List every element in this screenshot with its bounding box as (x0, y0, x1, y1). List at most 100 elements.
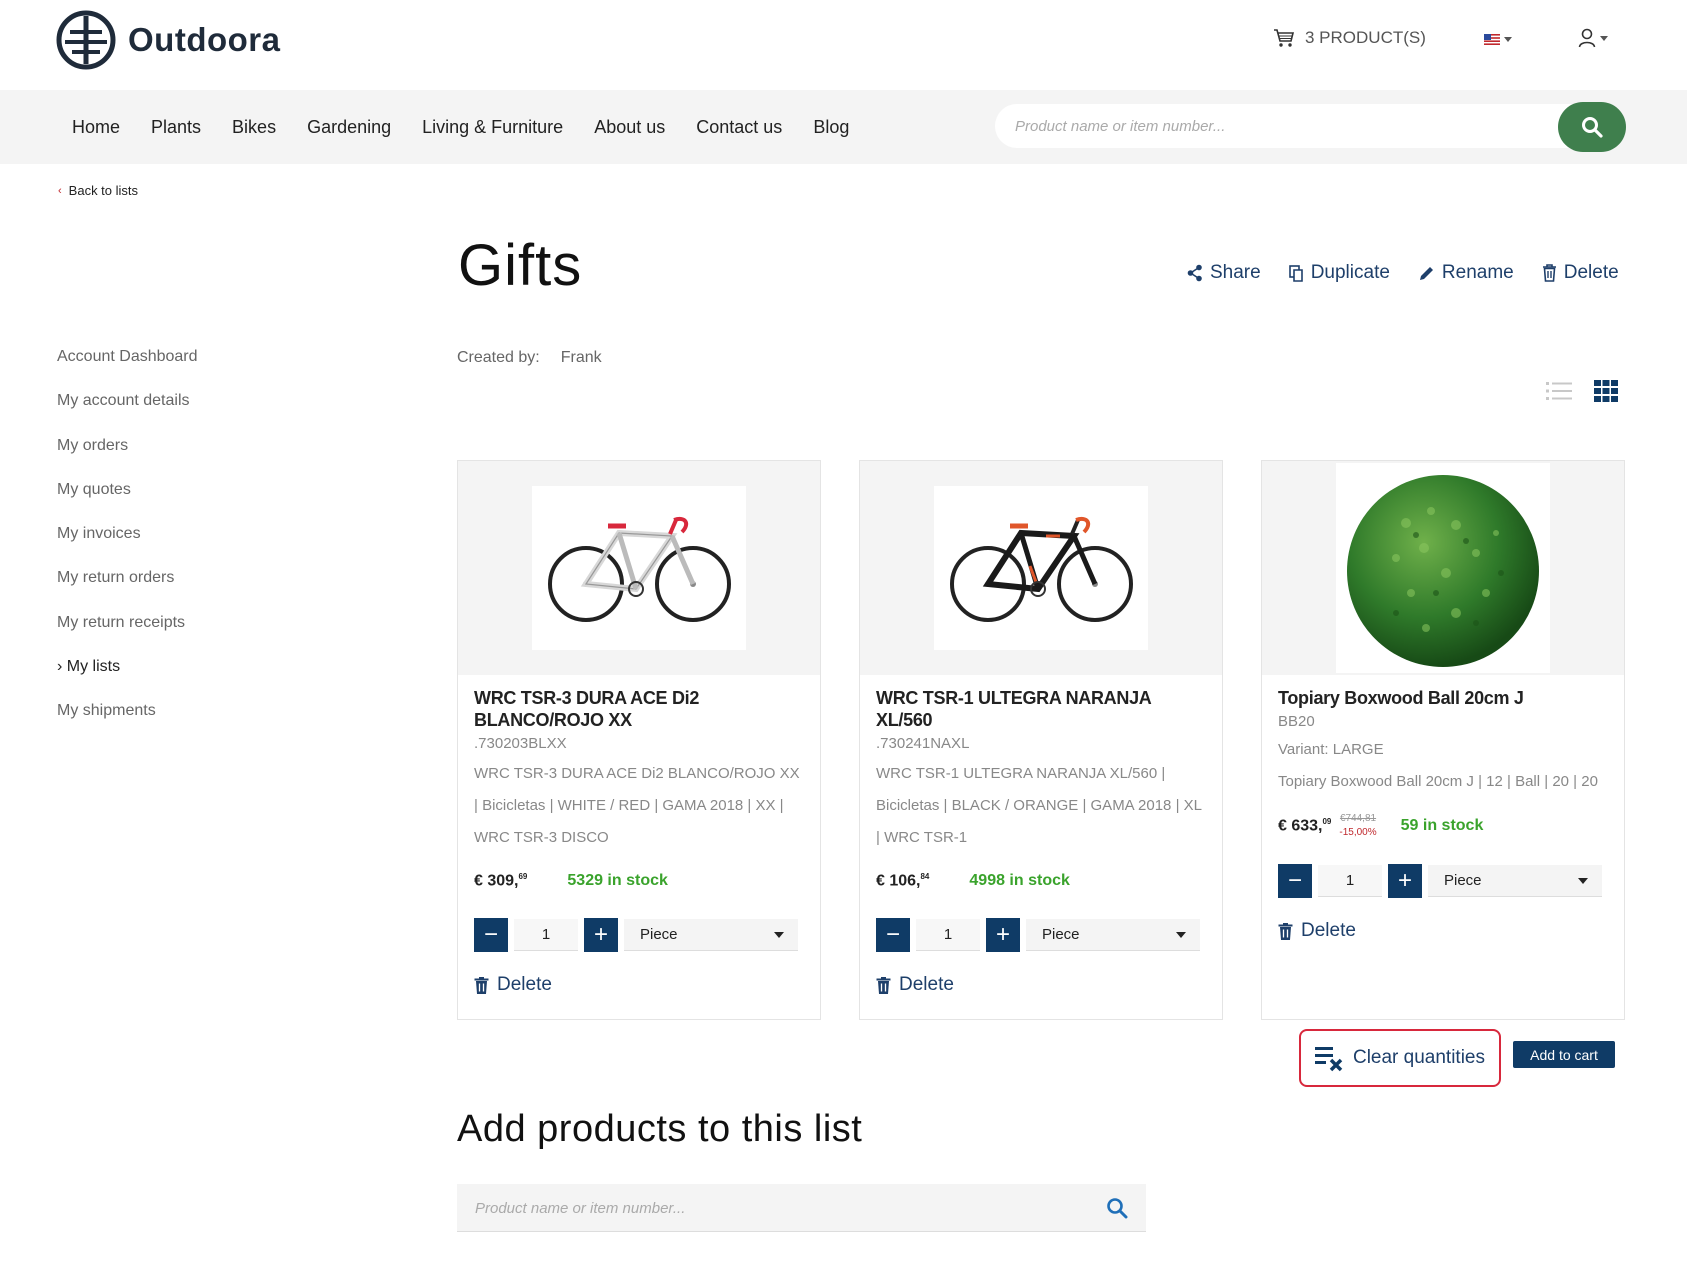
decrease-quantity-button[interactable]: − (876, 918, 910, 953)
unit-value: Piece (1042, 926, 1080, 944)
product-description: WRC TSR-3 DURA ACE Di2 BLANCO/ROJO XX | … (474, 765, 800, 846)
sidebar-item-return-orders[interactable]: My return orders (57, 569, 198, 613)
sidebar-item-shipments[interactable]: My shipments (57, 702, 198, 746)
product-sku: .730203BLXX (474, 735, 567, 752)
chevron-down-icon (1600, 35, 1608, 41)
main-nav: Home Plants Bikes Gardening Living & Fur… (72, 90, 880, 164)
add-products-search-input[interactable] (457, 1184, 1077, 1232)
product-image-frame (860, 461, 1222, 675)
product-sku: BB20 (1278, 713, 1315, 730)
increase-quantity-button[interactable]: + (584, 918, 618, 953)
product-description: Topiary Boxwood Ball 20cm J | 12 | Ball … (1278, 773, 1598, 790)
road-bike-image[interactable] (934, 486, 1148, 650)
stock-status: 4998 in stock (969, 872, 1070, 890)
delete-item-button[interactable]: Delete (474, 974, 804, 996)
plus-icon: + (1397, 867, 1412, 894)
sidebar-item-lists[interactable]: › My lists (57, 658, 198, 702)
search-icon (1582, 117, 1603, 138)
clear-quantities-button[interactable]: Clear quantities (1299, 1029, 1501, 1087)
language-selector[interactable] (1484, 34, 1512, 45)
duplicate-button[interactable]: Duplicate (1288, 262, 1390, 284)
nav-living-furniture[interactable]: Living & Furniture (422, 117, 563, 138)
decrease-quantity-button[interactable]: − (474, 918, 508, 953)
sidebar-item-account-dashboard[interactable]: Account Dashboard (57, 348, 198, 392)
view-toggle (1546, 380, 1618, 402)
product-name[interactable]: WRC TSR-1 ULTEGRA NARANJA XL/560 (876, 687, 1206, 731)
page-title: Gifts (458, 233, 583, 298)
minus-icon: − (483, 921, 498, 949)
cart-icon (1274, 29, 1295, 47)
us-flag-icon (1484, 34, 1500, 45)
quantity-input[interactable]: 1 (1318, 865, 1382, 897)
unit-value: Piece (1444, 872, 1482, 889)
price-main: € 106, (876, 872, 921, 890)
sidebar-item-account-details[interactable]: My account details (57, 392, 198, 436)
road-bike-image[interactable] (532, 486, 746, 650)
nav-contact-us[interactable]: Contact us (696, 117, 782, 138)
delete-item-label: Delete (899, 974, 954, 996)
quantity-input[interactable]: 1 (514, 919, 578, 952)
share-button[interactable]: Share (1187, 262, 1261, 284)
list-view-icon[interactable] (1546, 381, 1572, 401)
header-search-input[interactable] (995, 104, 1555, 148)
nav-blog[interactable]: Blog (813, 117, 849, 138)
share-icon (1187, 264, 1202, 282)
nav-gardening[interactable]: Gardening (307, 117, 391, 138)
discount-percent: -15,00% (1339, 827, 1377, 838)
header-search (995, 104, 1625, 148)
product-name[interactable]: Topiary Boxwood Ball 20cm J (1278, 687, 1608, 709)
increase-quantity-button[interactable]: + (986, 918, 1020, 953)
unit-select[interactable]: Piece (624, 919, 798, 952)
rename-button[interactable]: Rename (1418, 262, 1514, 284)
old-price: €744,81 (1339, 813, 1377, 824)
increase-quantity-button[interactable]: + (1388, 864, 1422, 898)
created-by-label: Created by: (457, 349, 540, 366)
unit-select[interactable]: Piece (1428, 865, 1602, 897)
product-name[interactable]: WRC TSR-3 DURA ACE Di2 BLANCO/ROJO XX (474, 687, 804, 731)
main-navbar: Home Plants Bikes Gardening Living & Fur… (0, 90, 1687, 164)
sidebar-item-invoices[interactable]: My invoices (57, 525, 198, 569)
sidebar-item-quotes[interactable]: My quotes (57, 481, 198, 525)
price-main: € 309, (474, 872, 519, 890)
unit-select[interactable]: Piece (1026, 919, 1200, 952)
nav-plants[interactable]: Plants (151, 117, 201, 138)
delete-item-button[interactable]: Delete (1278, 920, 1608, 942)
plus-icon: + (593, 921, 608, 949)
brand-logo[interactable]: Outdoora (56, 10, 280, 70)
account-menu[interactable] (1578, 28, 1608, 48)
mini-cart[interactable]: 3 PRODUCT(S) (1273, 28, 1426, 48)
nav-bikes[interactable]: Bikes (232, 117, 276, 138)
product-description: WRC TSR-1 ULTEGRA NARANJA XL/560 | Bicic… (876, 765, 1202, 846)
price-cents: 84 (920, 872, 930, 881)
product-card: Topiary Boxwood Ball 20cm J BB20 Variant… (1261, 460, 1625, 1020)
search-icon[interactable] (1106, 1197, 1128, 1219)
sidebar-item-orders[interactable]: My orders (57, 437, 198, 481)
price-cents: 09 (1322, 816, 1332, 826)
decrease-quantity-button[interactable]: − (1278, 864, 1312, 898)
trash-icon (876, 976, 891, 994)
sidebar-item-return-receipts[interactable]: My return receipts (57, 614, 198, 658)
product-variant: Variant: LARGE (1278, 741, 1384, 758)
chevron-down-icon (1176, 931, 1186, 938)
logo-tree-icon (56, 10, 116, 70)
chevron-down-icon (1578, 877, 1588, 884)
add-to-cart-button[interactable]: Add to cart (1513, 1041, 1615, 1068)
product-card: WRC TSR-1 ULTEGRA NARANJA XL/560 .730241… (859, 460, 1223, 1020)
boxwood-ball-image[interactable] (1336, 463, 1550, 673)
grid-view-icon[interactable] (1594, 380, 1618, 402)
stock-status: 5329 in stock (567, 872, 668, 890)
back-to-lists-link[interactable]: ‹ Back to lists (58, 183, 138, 198)
list-created-by: Created by: Frank (457, 349, 602, 367)
back-to-lists-label: Back to lists (68, 183, 139, 198)
quantity-input[interactable]: 1 (916, 919, 980, 952)
nav-about-us[interactable]: About us (594, 117, 665, 138)
trash-icon (1278, 922, 1293, 940)
duplicate-icon (1288, 264, 1303, 282)
add-products-title: Add products to this list (457, 1108, 863, 1150)
delete-item-button[interactable]: Delete (876, 974, 1206, 996)
delete-list-button[interactable]: Delete (1542, 262, 1619, 284)
nav-home[interactable]: Home (72, 117, 120, 138)
pencil-icon (1419, 266, 1433, 280)
plus-icon: + (995, 921, 1010, 949)
header-search-button[interactable] (1558, 102, 1626, 152)
